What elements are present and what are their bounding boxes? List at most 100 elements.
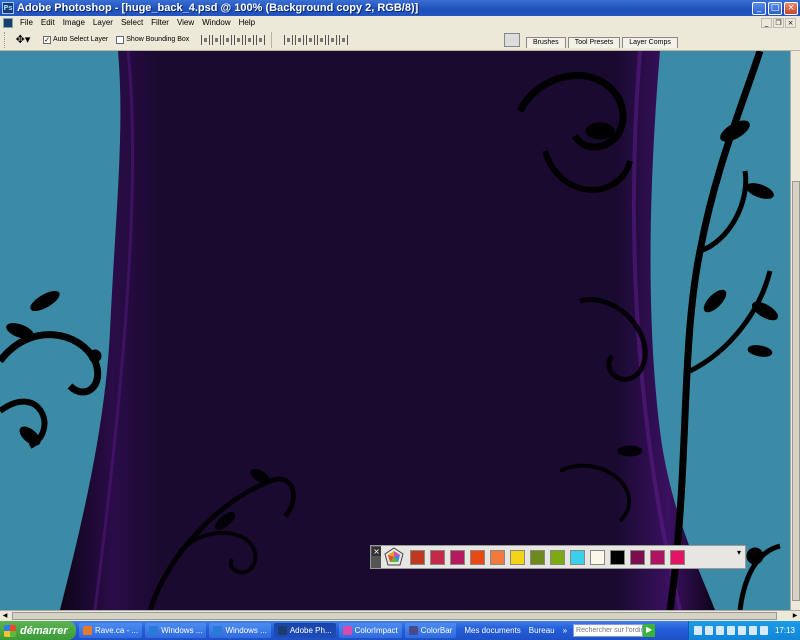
menu-edit[interactable]: Edit bbox=[37, 18, 59, 27]
distribute-top-icon[interactable] bbox=[284, 34, 294, 45]
menu-window[interactable]: Window bbox=[198, 18, 234, 27]
color-swatch[interactable] bbox=[410, 549, 425, 565]
colorbar-widget: × ▾ bbox=[370, 545, 746, 569]
doc-restore-button[interactable]: ❐ bbox=[773, 17, 784, 28]
auto-select-layer-label: Auto Select Layer bbox=[53, 36, 109, 43]
menu-help[interactable]: Help bbox=[235, 18, 259, 27]
task-label: ColorImpact bbox=[354, 626, 398, 635]
horizontal-scroll-thumb[interactable] bbox=[12, 612, 777, 620]
separator bbox=[271, 31, 273, 48]
color-swatch[interactable] bbox=[550, 549, 565, 565]
canvas-artwork bbox=[0, 51, 790, 610]
scroll-right-arrow-icon[interactable]: ▶ bbox=[790, 611, 800, 621]
colorbar-menu-icon[interactable]: ▾ bbox=[737, 548, 741, 557]
desktop-search-input[interactable]: Rechercher sur l'ordin bbox=[573, 624, 644, 637]
color-swatch[interactable] bbox=[450, 549, 465, 565]
color-swatch[interactable] bbox=[630, 549, 645, 565]
show-bounding-box-checkbox[interactable]: Show Bounding Box bbox=[116, 35, 190, 44]
desktop-toolbar[interactable]: Bureau bbox=[529, 626, 555, 635]
menu-layer[interactable]: Layer bbox=[89, 18, 117, 27]
photoshop-app-icon[interactable]: Ps bbox=[2, 2, 14, 14]
task-label: Windows ... bbox=[161, 626, 203, 635]
tab-brushes[interactable]: Brushes bbox=[526, 37, 566, 48]
volume-icon[interactable] bbox=[759, 626, 768, 635]
color-swatch[interactable] bbox=[490, 549, 505, 565]
doc-minimize-button[interactable]: _ bbox=[761, 17, 772, 28]
palette-well: Brushes Tool Presets Layer Comps bbox=[500, 29, 800, 51]
maximize-button[interactable]: □ bbox=[768, 1, 782, 15]
align-right-icon[interactable] bbox=[256, 34, 266, 45]
doc-close-button[interactable]: × bbox=[785, 17, 796, 28]
align-left-icon[interactable] bbox=[234, 34, 244, 45]
task-app-icon bbox=[149, 626, 159, 635]
tray-icon[interactable] bbox=[726, 626, 735, 635]
taskbar-task[interactable]: Adobe Ph... bbox=[273, 623, 336, 638]
color-swatch[interactable] bbox=[650, 549, 665, 565]
color-swatch[interactable] bbox=[530, 549, 545, 565]
align-vcenter-icon[interactable] bbox=[212, 34, 222, 45]
color-swatch[interactable] bbox=[430, 549, 445, 565]
tab-layer-comps[interactable]: Layer Comps bbox=[622, 37, 678, 48]
system-tray: 17:13 bbox=[687, 621, 800, 640]
options-grip[interactable] bbox=[4, 31, 7, 48]
color-swatch[interactable] bbox=[590, 549, 605, 565]
align-top-icon[interactable] bbox=[201, 34, 211, 45]
show-bounding-box-label: Show Bounding Box bbox=[126, 36, 190, 43]
close-button[interactable]: × bbox=[784, 1, 798, 15]
taskbar-task[interactable]: Rave.ca - ... bbox=[79, 623, 143, 638]
distribute-vcenter-icon[interactable] bbox=[295, 34, 305, 45]
color-swatch[interactable] bbox=[570, 549, 585, 565]
checkbox-unchecked-icon[interactable] bbox=[116, 35, 125, 44]
colorbar-close-button[interactable]: × bbox=[372, 547, 381, 556]
tray-icon[interactable] bbox=[715, 626, 724, 635]
taskbar-task[interactable]: ColorBar bbox=[404, 623, 457, 638]
checkbox-checked-icon[interactable]: ✓ bbox=[43, 35, 51, 44]
document-canvas[interactable] bbox=[0, 51, 790, 610]
start-button[interactable]: démarrer bbox=[0, 621, 76, 640]
menu-image[interactable]: Image bbox=[59, 18, 89, 27]
color-swatch[interactable] bbox=[670, 549, 685, 565]
menu-file[interactable]: File bbox=[16, 18, 37, 27]
vertical-scroll-thumb[interactable] bbox=[792, 181, 800, 601]
minimize-button[interactable]: _ bbox=[752, 1, 766, 15]
auto-select-layer-checkbox[interactable]: ✓ Auto Select Layer bbox=[43, 35, 109, 44]
color-swatch[interactable] bbox=[610, 549, 625, 565]
menu-bar: File Edit Image Layer Select Filter View… bbox=[0, 16, 800, 29]
color-swatch[interactable] bbox=[510, 549, 525, 565]
horizontal-scrollbar[interactable]: ◀ ▶ bbox=[0, 610, 800, 621]
task-app-icon bbox=[342, 626, 352, 635]
distribute-left-icon[interactable] bbox=[317, 34, 327, 45]
tray-icon[interactable] bbox=[693, 626, 702, 635]
clock[interactable]: 17:13 bbox=[775, 626, 795, 635]
tab-tool-presets[interactable]: Tool Presets bbox=[567, 37, 621, 48]
search-go-button[interactable]: ▶ bbox=[643, 624, 656, 637]
align-hcenter-icon[interactable] bbox=[245, 34, 255, 45]
tray-icon[interactable] bbox=[704, 626, 713, 635]
distribute-right-icon[interactable] bbox=[339, 34, 349, 45]
tray-icon[interactable] bbox=[748, 626, 757, 635]
scroll-left-arrow-icon[interactable]: ◀ bbox=[0, 611, 10, 621]
taskbar-task[interactable]: Windows ... bbox=[145, 623, 207, 638]
menu-select[interactable]: Select bbox=[117, 18, 147, 27]
task-label: Windows ... bbox=[225, 626, 267, 635]
toolbar-expand-icon[interactable]: » bbox=[563, 626, 567, 635]
color-wheel-icon[interactable] bbox=[384, 547, 404, 567]
document-icon[interactable] bbox=[3, 17, 13, 28]
vertical-scrollbar[interactable] bbox=[790, 51, 800, 610]
tray-icon[interactable] bbox=[737, 626, 746, 635]
move-tool-icon[interactable]: ✥▾ bbox=[11, 32, 35, 48]
my-documents-toolbar[interactable]: Mes documents bbox=[464, 626, 520, 635]
title-bar: Ps Adobe Photoshop - [huge_back_4.psd @ … bbox=[0, 0, 800, 16]
align-bottom-icon[interactable] bbox=[223, 34, 233, 45]
taskbar-task[interactable]: Windows ... bbox=[209, 623, 271, 638]
distribute-bottom-icon[interactable] bbox=[306, 34, 316, 45]
menu-filter[interactable]: Filter bbox=[147, 18, 173, 27]
distribute-hcenter-icon[interactable] bbox=[328, 34, 338, 45]
taskbar-task[interactable]: ColorImpact bbox=[338, 623, 402, 638]
file-browser-icon[interactable] bbox=[504, 33, 520, 47]
document-controls: _ ❐ × bbox=[761, 17, 796, 28]
task-app-icon bbox=[213, 626, 223, 635]
task-label: Adobe Ph... bbox=[289, 626, 332, 635]
menu-view[interactable]: View bbox=[173, 18, 198, 27]
color-swatch[interactable] bbox=[470, 549, 485, 565]
